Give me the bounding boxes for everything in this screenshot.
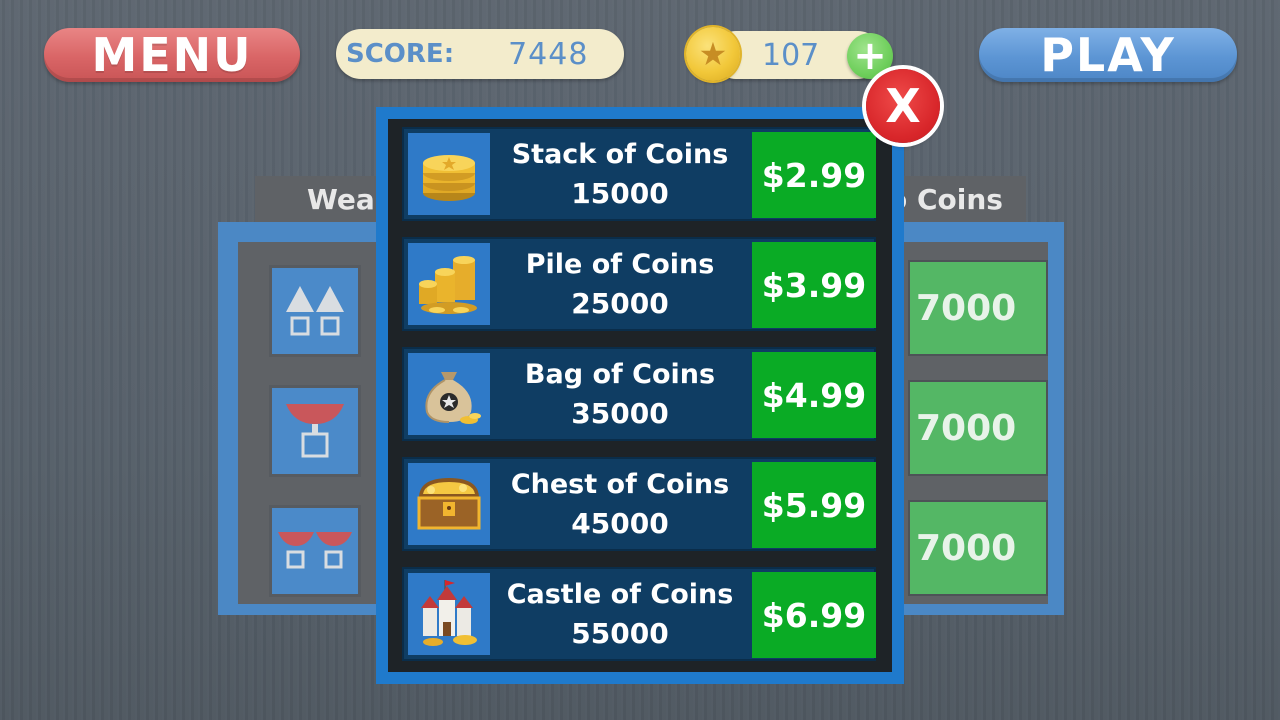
coin-pile-icon (408, 243, 490, 325)
offer-amount: 45000 (571, 507, 669, 540)
offer-name: Pile of Coins (525, 249, 715, 280)
weapon-price-button[interactable]: 7000 (910, 502, 1046, 594)
offer-row-bag: Bag of Coins 35000 $4.99 (402, 347, 876, 441)
offer-amount: 15000 (571, 177, 669, 210)
buy-button[interactable]: $2.99 (752, 132, 876, 218)
buy-button[interactable]: $6.99 (752, 572, 876, 658)
score-value: 7448 (508, 36, 589, 72)
star-coin-icon: ★ (686, 27, 740, 81)
double-turret-icon (272, 268, 358, 354)
weapon-price-button[interactable]: 7000 (910, 382, 1046, 474)
offer-name: Chest of Coins (510, 469, 730, 500)
double-cup-turret-icon (272, 508, 358, 594)
weapons-tab[interactable]: Weap (255, 176, 395, 222)
offer-row-stack: Stack of Coins 15000 $2.99 (402, 127, 876, 221)
coin-stack-icon (408, 133, 490, 215)
offer-row-castle: Castle of Coins 55000 $6.99 (402, 567, 876, 661)
coin-store-list: Stack of Coins 15000 $2.99 Pile of Coins… (388, 119, 892, 672)
menu-button[interactable]: MENU (44, 28, 300, 82)
treasure-chest-icon (408, 463, 490, 545)
score-label: SCORE: (346, 39, 455, 69)
offer-amount: 35000 (571, 397, 669, 430)
weapon-price-button[interactable]: 7000 (910, 262, 1046, 354)
offer-name: Bag of Coins (524, 359, 716, 390)
offer-row-pile: Pile of Coins 25000 $3.99 (402, 237, 876, 331)
offer-name: Castle of Coins (506, 579, 734, 610)
buy-button[interactable]: $5.99 (752, 462, 876, 548)
play-button[interactable]: PLAY (979, 28, 1237, 82)
close-button[interactable]: X (866, 69, 940, 143)
offer-amount: 25000 (571, 287, 669, 320)
cup-turret-icon (272, 388, 358, 474)
score-display: SCORE: 7448 (336, 29, 624, 79)
offer-amount: 55000 (571, 617, 669, 650)
offer-row-chest: Chest of Coins 45000 $5.99 (402, 457, 876, 551)
coin-balance-value: 107 (762, 37, 820, 73)
coin-castle-icon (408, 573, 490, 655)
buy-button[interactable]: $3.99 (752, 242, 876, 328)
offer-name: Stack of Coins (511, 139, 729, 170)
buy-button[interactable]: $4.99 (752, 352, 876, 438)
coin-bag-icon (408, 353, 490, 435)
coin-store-modal: Stack of Coins 15000 $2.99 Pile of Coins… (376, 107, 904, 684)
